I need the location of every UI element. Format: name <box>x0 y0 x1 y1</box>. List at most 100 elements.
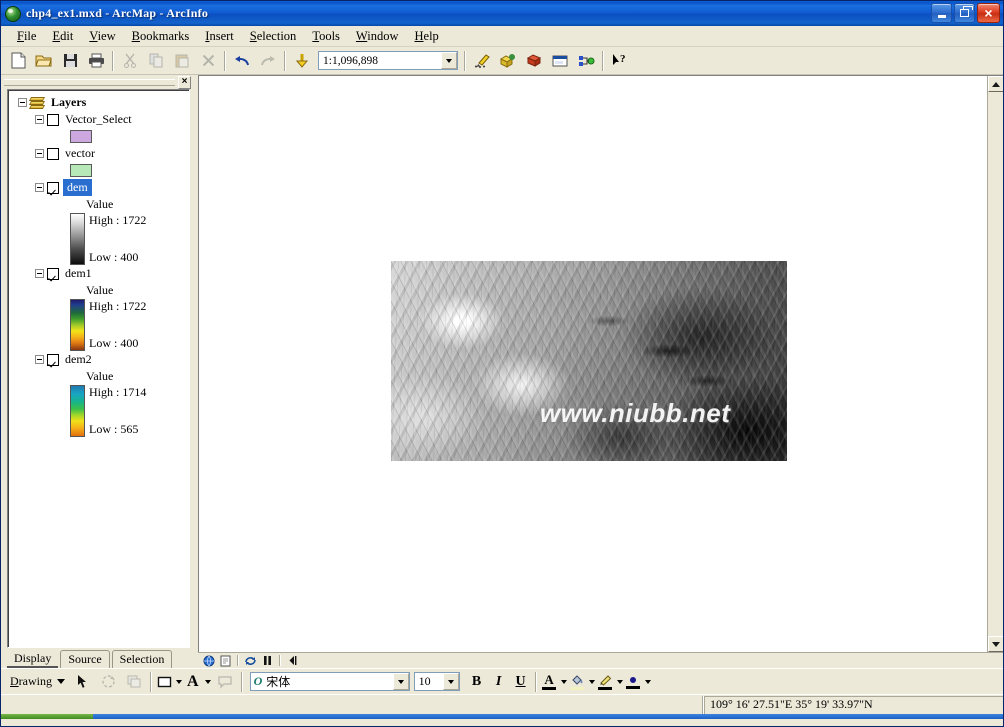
command-line-icon[interactable] <box>522 49 546 72</box>
layout-view-icon[interactable] <box>218 654 233 668</box>
new-text-icon[interactable]: A <box>183 671 212 692</box>
layer-row-vector-select[interactable]: Vector_Select <box>8 111 189 128</box>
toc-grip-bar[interactable]: × <box>1 75 194 89</box>
scale-dropdown-arrow[interactable] <box>441 52 457 69</box>
expander-layers[interactable] <box>18 98 27 107</box>
font-dropdown-arrow[interactable] <box>392 673 409 690</box>
layer-row-vector[interactable]: vector <box>8 145 189 162</box>
scroll-down-button[interactable] <box>988 636 1003 652</box>
chevron-down-icon[interactable] <box>176 679 182 684</box>
font-size-dropdown-arrow[interactable] <box>442 673 459 690</box>
menu-window[interactable]: Window <box>348 27 407 46</box>
editor-toolbar-icon[interactable] <box>470 49 494 72</box>
rotate-element-icon[interactable] <box>96 670 120 693</box>
marker-color-button[interactable] <box>624 671 652 692</box>
model-graph-icon[interactable] <box>574 49 598 72</box>
layer-checkbox-vector[interactable] <box>47 147 59 160</box>
underline-button[interactable]: U <box>510 671 532 692</box>
table-of-contents-panel: × Layers Vector_Select vector dem Value … <box>1 75 194 668</box>
chevron-down-icon[interactable] <box>588 679 595 684</box>
redo-icon[interactable] <box>256 49 280 72</box>
layer-row-dem2[interactable]: dem2 <box>8 351 189 368</box>
expander-dem1[interactable] <box>35 269 44 278</box>
callout-icon[interactable] <box>213 670 237 693</box>
layer-checkbox-vector-select[interactable] <box>47 113 59 126</box>
toc-close-icon[interactable]: × <box>178 75 191 89</box>
font-color-icon: A <box>541 672 558 691</box>
font-color-button[interactable]: A <box>540 671 568 692</box>
bold-button[interactable]: B <box>466 671 488 692</box>
map-scale-combo[interactable]: 1:1,096,898 <box>318 51 458 70</box>
toc-tree-container[interactable]: Layers Vector_Select vector dem Value Hi… <box>7 89 190 648</box>
group-elements-icon[interactable] <box>122 670 146 693</box>
layers-tree: Layers Vector_Select vector dem Value Hi… <box>8 94 189 437</box>
window-controls: × <box>931 3 1000 23</box>
chevron-down-icon <box>57 679 65 684</box>
chevron-down-icon[interactable] <box>204 679 211 684</box>
scroll-up-button[interactable] <box>988 76 1003 92</box>
map-vertical-scrollbar[interactable] <box>987 76 1003 652</box>
layer-row-dem[interactable]: dem <box>8 179 189 196</box>
refresh-icon[interactable] <box>243 654 258 668</box>
paste-icon[interactable] <box>170 49 194 72</box>
menu-file[interactable]: File <box>9 27 44 46</box>
italic-button[interactable]: I <box>488 671 510 692</box>
scroll-left-icon[interactable] <box>285 654 300 668</box>
toolbar-separator <box>279 655 281 666</box>
print-icon[interactable] <box>84 49 108 72</box>
legend-value-label-dem: Value <box>86 197 114 211</box>
menu-bookmarks[interactable]: Bookmarks <box>124 27 198 46</box>
menu-insert[interactable]: Insert <box>197 27 241 46</box>
color-ramp-dem <box>70 213 85 265</box>
chevron-down-icon[interactable] <box>616 679 623 684</box>
data-view-canvas[interactable]: www.niubb.net <box>198 75 1003 652</box>
menu-selection[interactable]: Selection <box>242 27 305 46</box>
layer-row-dem1[interactable]: dem1 <box>8 265 189 282</box>
menu-help[interactable]: Help <box>406 27 446 46</box>
expander-dem2[interactable] <box>35 355 44 364</box>
taskbar-main-area <box>93 714 1003 719</box>
layer-checkbox-dem2[interactable] <box>47 353 59 366</box>
expander-dem[interactable] <box>35 183 44 192</box>
expander-vector[interactable] <box>35 149 44 158</box>
whats-this-icon[interactable]: ? <box>608 49 632 72</box>
status-bar: 109° 16' 27.51"E 35° 19' 33.97"N <box>1 694 1003 714</box>
model-builder-icon[interactable] <box>548 49 572 72</box>
new-rectangle-icon[interactable] <box>155 671 183 692</box>
open-folder-icon[interactable] <box>32 49 56 72</box>
drawing-menu-button[interactable]: Drawing <box>6 672 69 691</box>
line-color-button[interactable] <box>596 671 624 692</box>
restore-button[interactable] <box>954 3 975 23</box>
menu-view[interactable]: View <box>81 27 123 46</box>
close-button[interactable]: × <box>977 3 1000 23</box>
delete-icon[interactable] <box>196 49 220 72</box>
font-family-combo[interactable]: O 宋体 <box>249 672 410 691</box>
font-size-combo[interactable]: 10 <box>413 672 460 691</box>
tab-display[interactable]: Display <box>7 650 59 668</box>
fill-color-button[interactable] <box>568 671 596 692</box>
tab-source[interactable]: Source <box>60 650 110 668</box>
minimize-button[interactable] <box>931 3 952 23</box>
layers-icon <box>28 96 46 109</box>
layer-checkbox-dem1[interactable] <box>47 267 59 280</box>
select-elements-icon[interactable] <box>70 670 94 693</box>
menu-tools[interactable]: Tools <box>304 27 348 46</box>
expander-vector-select[interactable] <box>35 115 44 124</box>
new-document-icon[interactable] <box>6 49 30 72</box>
tree-node-layers[interactable]: Layers <box>8 94 189 111</box>
add-data-icon[interactable] <box>290 49 314 72</box>
pause-drawing-icon[interactable] <box>260 654 275 668</box>
arctoolbox-icon[interactable] <box>496 49 520 72</box>
chevron-down-icon[interactable] <box>560 679 567 684</box>
data-view-icon[interactable] <box>201 654 216 668</box>
save-icon[interactable] <box>58 49 82 72</box>
layer-checkbox-dem[interactable] <box>47 181 59 194</box>
chevron-down-icon[interactable] <box>644 679 651 684</box>
menu-edit[interactable]: Edit <box>44 27 81 46</box>
layer-label-dem: dem <box>63 179 92 196</box>
undo-icon[interactable] <box>230 49 254 72</box>
copy-icon[interactable] <box>144 49 168 72</box>
legend-swatch-vector <box>70 164 92 177</box>
cut-icon[interactable] <box>118 49 142 72</box>
tab-selection[interactable]: Selection <box>111 650 173 668</box>
